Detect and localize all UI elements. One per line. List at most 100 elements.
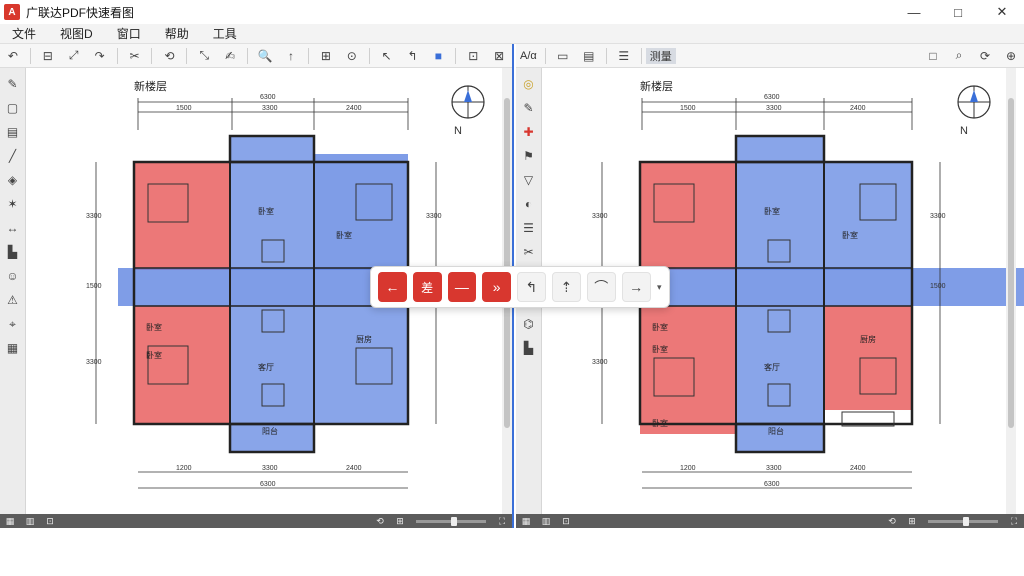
- frame-icon[interactable]: ⊡: [462, 46, 484, 66]
- zoom-slider-knob[interactable]: [451, 516, 457, 526]
- more-options-button[interactable]: ▾: [654, 282, 666, 293]
- columns-view-icon[interactable]: ▥: [540, 516, 552, 526]
- scrollbar-right[interactable]: [1006, 68, 1016, 514]
- pages-icon[interactable]: ▤: [578, 46, 600, 66]
- cut-icon[interactable]: ✂: [519, 242, 539, 262]
- page-view-icon[interactable]: ⊡: [44, 516, 56, 526]
- zoom-slider[interactable]: [928, 516, 998, 526]
- highlight-region: [824, 162, 912, 270]
- highlight-region: [314, 154, 408, 270]
- fullscreen-icon[interactable]: ⛶: [1008, 516, 1020, 526]
- target-icon[interactable]: ◎: [519, 74, 539, 94]
- triangle-icon[interactable]: ▽: [519, 170, 539, 190]
- close-button[interactable]: ✕: [980, 0, 1024, 24]
- menu-view[interactable]: 视图D: [48, 25, 105, 42]
- up-tool-button[interactable]: ⇡: [551, 272, 581, 302]
- grid-icon[interactable]: ▦: [3, 338, 23, 358]
- room-label: 厨房: [356, 334, 372, 344]
- rotate-view-icon[interactable]: ⟲: [374, 516, 386, 526]
- hexagon-icon[interactable]: ⌬: [519, 314, 539, 334]
- toolbar-separator: [544, 47, 546, 64]
- star-icon[interactable]: ✶: [3, 194, 23, 214]
- grid-view-icon[interactable]: ▦: [520, 516, 532, 526]
- dimension-icon[interactable]: ↔: [3, 218, 23, 238]
- corner-icon[interactable]: ▙: [3, 242, 23, 262]
- search-icon[interactable]: 🔍: [254, 46, 276, 66]
- toolbar-separator: [116, 47, 118, 64]
- room-label: 厨房: [860, 334, 876, 344]
- zoom-slider[interactable]: [416, 516, 486, 526]
- plus-icon[interactable]: ✚: [519, 122, 539, 142]
- crosshair-icon[interactable]: ⌖: [3, 314, 23, 334]
- zoom-icon[interactable]: ⌕: [948, 46, 970, 66]
- scrollbar-thumb[interactable]: [1008, 98, 1014, 428]
- page-view-icon[interactable]: ⊡: [560, 516, 572, 526]
- face-icon[interactable]: ☺: [3, 266, 23, 286]
- previous-difference-button[interactable]: ←: [378, 272, 407, 302]
- line-icon[interactable]: ╱: [3, 146, 23, 166]
- toolbar-separator: [29, 47, 31, 64]
- minus-button[interactable]: —: [447, 272, 477, 302]
- pen-icon[interactable]: ✎: [519, 98, 539, 118]
- color-fill-icon[interactable]: ■: [427, 46, 449, 66]
- toolbar-separator: [247, 47, 249, 64]
- compass-icon[interactable]: ⊕: [1000, 46, 1022, 66]
- warning-icon[interactable]: ⚠: [3, 290, 23, 310]
- room-label: 卧室: [842, 230, 858, 240]
- flag-icon[interactable]: ⚑: [519, 146, 539, 166]
- rotate-icon[interactable]: ⟲: [158, 46, 180, 66]
- page-icon[interactable]: ▭: [552, 46, 574, 66]
- resize-icon[interactable]: ⤡: [193, 46, 215, 66]
- room-label: 卧室: [764, 206, 780, 216]
- pen-icon[interactable]: ✎: [3, 74, 23, 94]
- room-label: 客厅: [764, 362, 780, 372]
- next-difference-button[interactable]: »: [482, 272, 512, 302]
- rectangle-icon[interactable]: ▢: [3, 98, 23, 118]
- text-mode-button[interactable]: A/α: [516, 50, 541, 62]
- scrollbar-thumb[interactable]: [504, 98, 510, 428]
- menu-help[interactable]: 帮助: [153, 25, 201, 42]
- diamond-icon[interactable]: ◈: [3, 170, 23, 190]
- highlight-region: [736, 136, 824, 270]
- frame-icon[interactable]: □: [922, 46, 944, 66]
- grid-view-icon[interactable]: ▦: [4, 516, 16, 526]
- annotate-icon[interactable]: ✍: [219, 46, 241, 66]
- arc-tool-button[interactable]: ⌒: [586, 272, 616, 302]
- table-icon[interactable]: ▤: [3, 122, 23, 142]
- arrow-up-icon[interactable]: ↑: [280, 46, 302, 66]
- fit-page-icon[interactable]: ⊞: [906, 516, 918, 526]
- corner-tool-button[interactable]: ↰: [517, 272, 546, 302]
- list-icon[interactable]: ☰: [613, 46, 635, 66]
- fullscreen-icon[interactable]: ⛶: [496, 516, 508, 526]
- undo-icon[interactable]: ↶: [2, 46, 24, 66]
- dim-top-2: 3300: [262, 105, 278, 112]
- turn-icon[interactable]: ↰: [402, 46, 424, 66]
- expand-icon[interactable]: ⤢: [63, 46, 85, 66]
- arrow-tool-button[interactable]: →: [621, 272, 651, 302]
- target-icon[interactable]: ⊙: [341, 46, 363, 66]
- dim-bottom-1: 1200: [680, 465, 696, 472]
- box-icon[interactable]: ⊠: [488, 46, 510, 66]
- difference-button[interactable]: 差: [412, 272, 442, 302]
- half-circle-icon[interactable]: ◐: [519, 194, 539, 214]
- zoom-slider-knob[interactable]: [963, 516, 969, 526]
- columns-view-icon[interactable]: ▥: [24, 516, 36, 526]
- fit-page-icon[interactable]: ⊞: [394, 516, 406, 526]
- menu-tools[interactable]: 工具: [201, 25, 249, 42]
- corner-icon[interactable]: ▙: [519, 338, 539, 358]
- rotate-view-icon[interactable]: ⟲: [886, 516, 898, 526]
- pointer-icon[interactable]: ↖: [376, 46, 398, 66]
- menu-file[interactable]: 文件: [0, 25, 48, 42]
- refresh-icon[interactable]: ⟳: [974, 46, 996, 66]
- list-icon[interactable]: ☰: [519, 218, 539, 238]
- minimize-button[interactable]: —: [892, 0, 936, 24]
- grid-icon[interactable]: ⊞: [315, 46, 337, 66]
- toolbar-separator: [605, 47, 607, 64]
- layout-icon[interactable]: ⊟: [37, 46, 59, 66]
- measure-button[interactable]: 测量: [645, 47, 676, 64]
- cut-icon[interactable]: ✂: [124, 46, 146, 66]
- redo-icon[interactable]: ↷: [89, 46, 111, 66]
- menu-window[interactable]: 窗口: [105, 25, 153, 42]
- dim-right-1: 3300: [426, 213, 442, 220]
- maximize-button[interactable]: □: [936, 0, 980, 24]
